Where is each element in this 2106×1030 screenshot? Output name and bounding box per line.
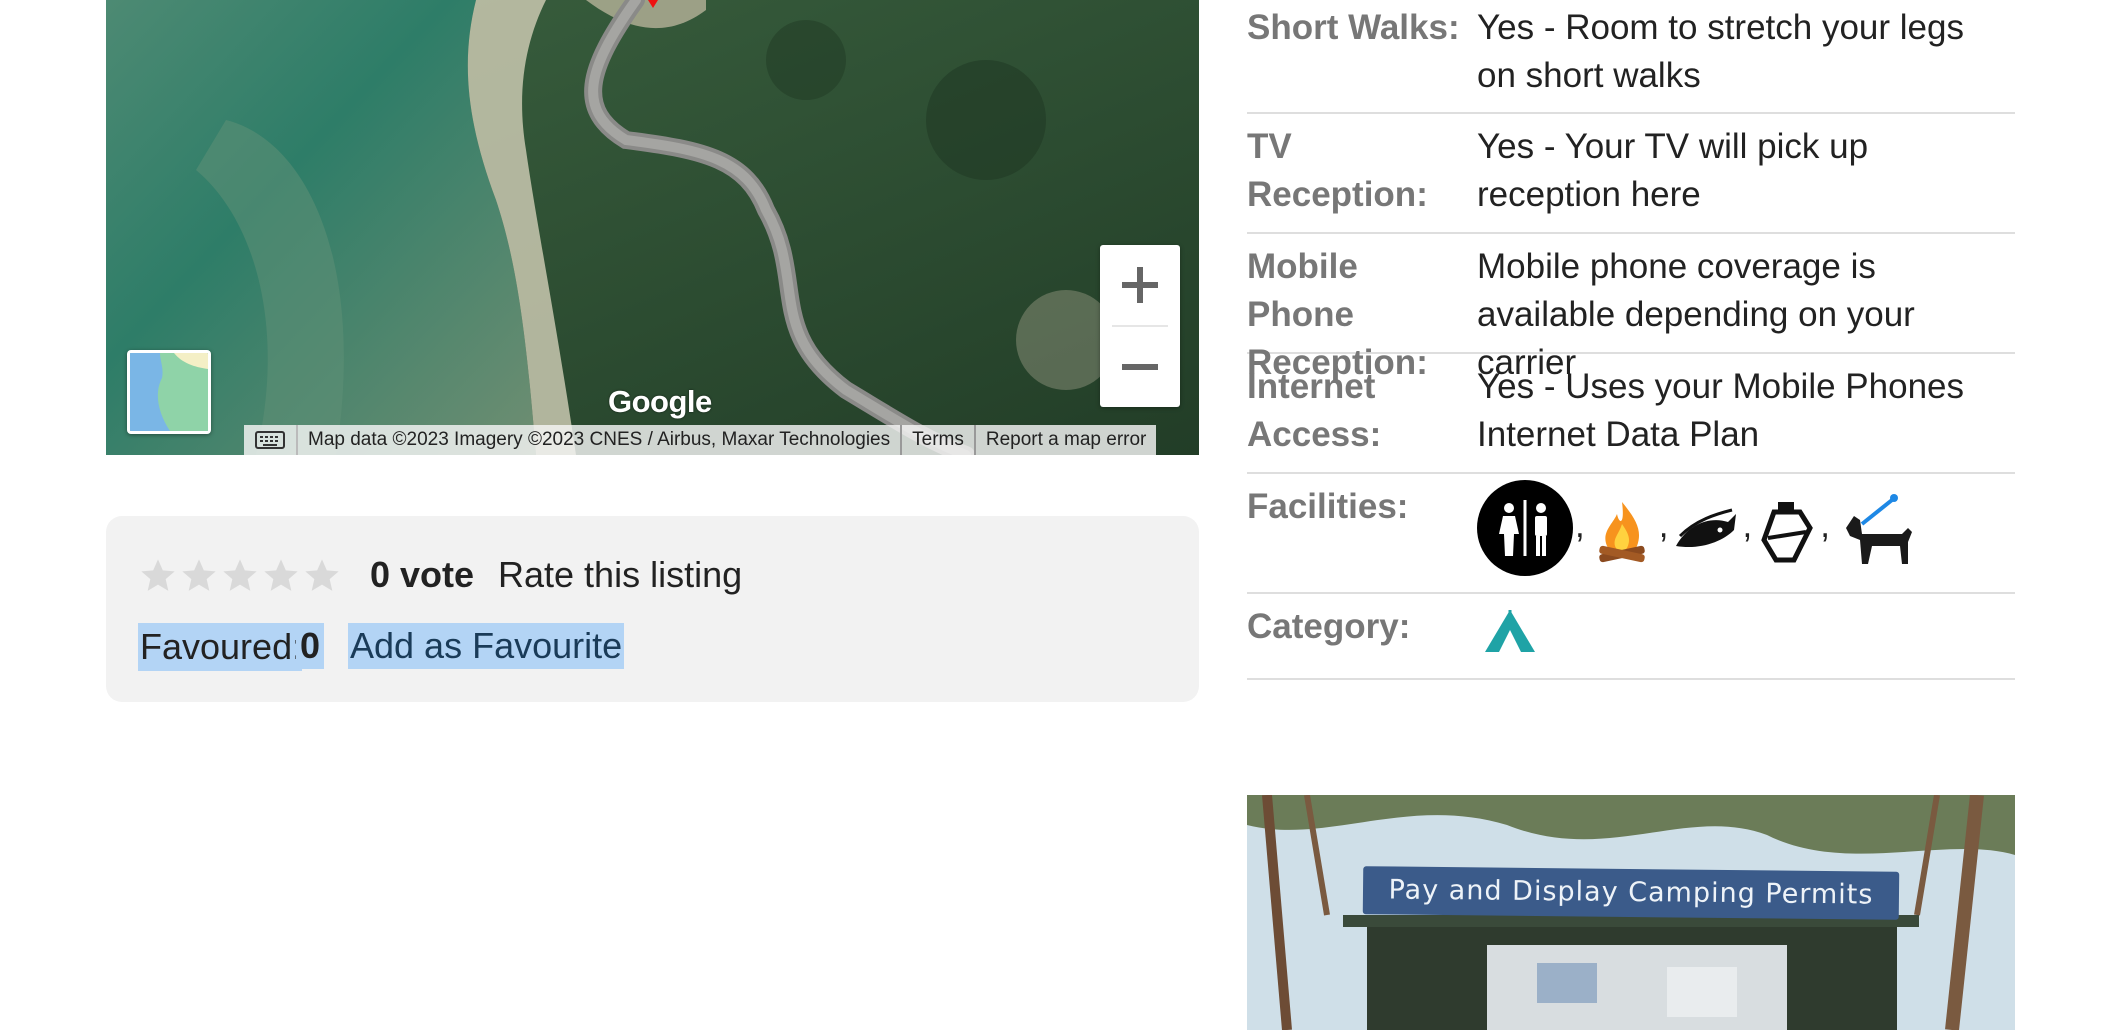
zoom-out-button[interactable] (1100, 327, 1180, 407)
map-terms-link[interactable]: Terms (900, 425, 974, 455)
detail-label: Internet Access: (1247, 367, 1382, 454)
zoom-in-button[interactable] (1100, 245, 1180, 325)
favoured-label: Favoured: (138, 623, 303, 671)
facility-separator: , (1820, 506, 1830, 545)
star-icon[interactable] (179, 556, 219, 596)
star-icon[interactable] (302, 556, 342, 596)
star-icon[interactable] (138, 556, 178, 596)
listing-photo[interactable]: Pay and Display Camping Permits (1247, 795, 2015, 1030)
detail-row-category: Category: (1247, 594, 2015, 680)
vote-count: 0 vote (370, 554, 475, 595)
detail-row-tv-reception: TV Reception: Yes - Your TV will pick up… (1247, 114, 2015, 234)
minus-icon (1122, 364, 1158, 370)
star-icon[interactable] (261, 556, 301, 596)
fishing-icon (1670, 480, 1740, 576)
rating-panel: 0 vote Rate this listing Favoured: 0 Add… (106, 516, 1199, 702)
detail-row-short-walks: Short Walks: Yes - Room to stretch your … (1247, 0, 2015, 114)
facility-icons: , , , , (1477, 480, 1922, 576)
detail-row-internet-access: Internet Access: Yes - Uses your Mobile … (1247, 354, 2015, 474)
google-logo: Google (608, 384, 712, 419)
map-data-attribution: Map data ©2023 Imagery ©2023 CNES / Airb… (308, 429, 891, 450)
star-icon[interactable] (220, 556, 260, 596)
detail-value: Yes - Your TV will pick up reception her… (1477, 127, 1869, 214)
campfire-icon (1587, 480, 1657, 576)
toilets-icon (1477, 480, 1573, 576)
detail-label: Category: (1247, 607, 1411, 646)
detail-label: TV Reception: (1247, 127, 1428, 214)
detail-value: Yes - Room to stretch your legs on short… (1477, 8, 1964, 95)
permit-sign: Pay and Display Camping Permits (1362, 866, 1900, 920)
keyboard-icon (255, 431, 285, 449)
rate-listing-link[interactable]: Rate this listing (498, 554, 742, 596)
zoom-controls (1100, 245, 1180, 407)
map-view[interactable]: Google Map data ©2023 Imagery ©2023 CNES… (106, 0, 1199, 455)
facility-separator: , (1575, 506, 1585, 545)
map-attribution-bar: Map data ©2023 Imagery ©2023 CNES / Airb… (244, 425, 1157, 455)
dog-friendly-icon (1832, 480, 1922, 576)
map-thumbnail-icon (130, 353, 208, 431)
detail-value: Yes - Uses your Mobile Phones Internet D… (1477, 367, 1965, 454)
facility-separator: , (1658, 506, 1669, 545)
star-rating[interactable] (138, 556, 342, 596)
add-favourite-link[interactable]: Add as Favourite (348, 623, 625, 669)
drinking-water-icon (1754, 480, 1818, 576)
detail-row-mobile-reception: Mobile Phone Reception: Mobile phone cov… (1247, 234, 2015, 382)
permit-sign-text: Pay and Display Camping Permits (1388, 874, 1874, 911)
favoured-count: 0 (296, 623, 325, 669)
keyboard-shortcuts-button[interactable] (244, 425, 298, 455)
facility-separator: , (1742, 506, 1753, 545)
detail-label: Facilities: (1247, 487, 1409, 526)
detail-label: Short Walks: (1247, 8, 1460, 47)
detail-row-facilities: Facilities: , , , , (1247, 474, 2015, 594)
report-map-error-link[interactable]: Report a map error (973, 425, 1157, 455)
tent-icon (1483, 608, 1537, 659)
map-type-toggle[interactable] (127, 350, 211, 434)
